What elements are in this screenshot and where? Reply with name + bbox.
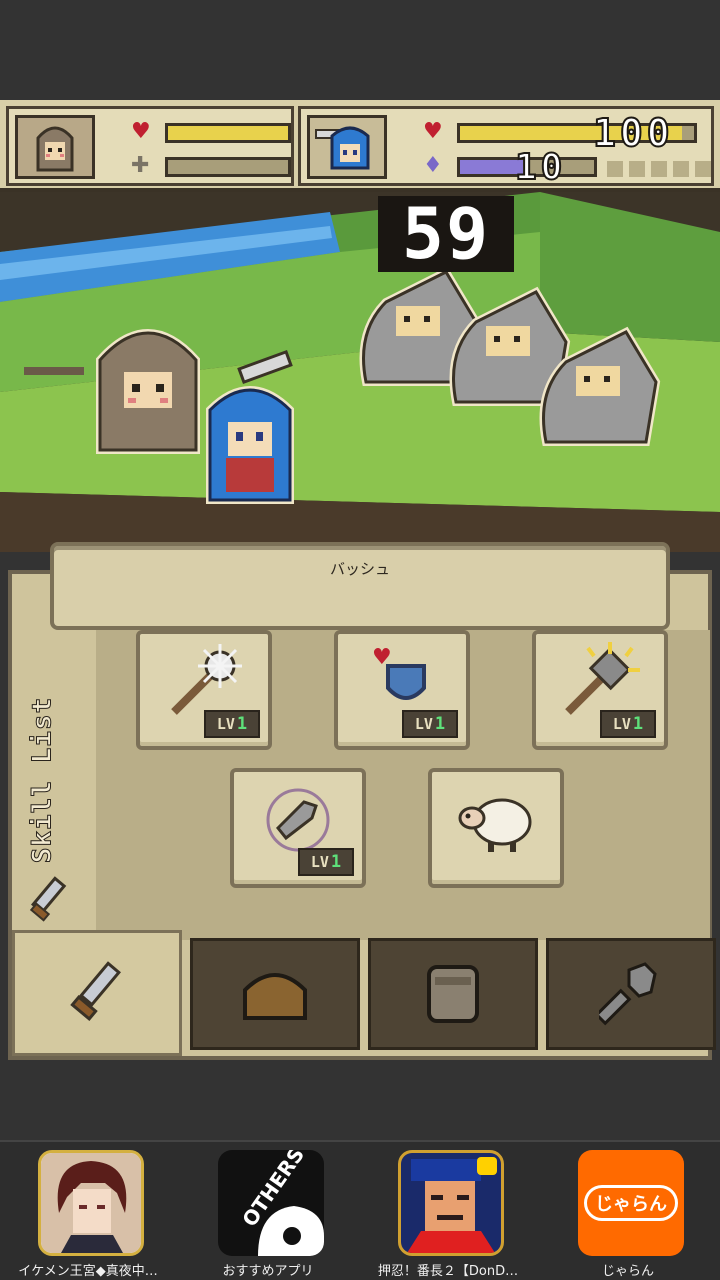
skill-level-badge: LV 1 xyxy=(402,710,458,738)
enemy-soldiers xyxy=(359,266,661,446)
skill-list-sword-icon xyxy=(29,876,67,922)
wrench-icon xyxy=(599,962,657,1026)
skill-level-badge: LV 1 xyxy=(600,710,656,738)
oshu-bancho-app-icon xyxy=(398,1150,504,1256)
sp-pips xyxy=(607,161,711,177)
ad-app-4[interactable]: じゃらん じゃらん xyxy=(542,1146,714,1279)
inventory-tabs xyxy=(8,930,716,1056)
ad-app-3[interactable]: 押忍！番長２【DonD… xyxy=(362,1146,534,1279)
sword-icon xyxy=(70,961,121,1022)
hp-heart-icon: ♥ xyxy=(423,119,443,144)
bread-icon xyxy=(243,973,307,1020)
skill-level-badge: LV 1 xyxy=(204,710,260,738)
ad-app-2[interactable]: OTHERS おすすめアプリ xyxy=(182,1146,354,1279)
spacer xyxy=(0,1060,720,1140)
skill-level-badge: LV 1 xyxy=(298,848,354,876)
sheep-icon xyxy=(458,798,532,852)
party-characters xyxy=(96,329,294,504)
app-recommendation-bar: イケメン王宮◆真夜中… OTHERS おすすめアプリ 押忍！番長２【DonD… xyxy=(0,1140,720,1280)
skill-slot-1[interactable]: LV 1 xyxy=(136,630,272,750)
hp-heart-icon: ♥ xyxy=(131,119,151,144)
hp-value: 100 xyxy=(592,110,674,156)
blue-hero-portrait xyxy=(307,115,387,179)
skill-slot-4[interactable]: LV 1 xyxy=(230,768,366,888)
skill-slot-3[interactable]: LV 1 xyxy=(532,630,668,750)
tab-food[interactable] xyxy=(190,938,360,1050)
selected-skill-name: バッシュ xyxy=(329,560,390,578)
player1-sp-bar xyxy=(165,157,291,177)
ikemen-app-icon xyxy=(38,1150,144,1256)
skill-slot-5[interactable] xyxy=(428,768,564,888)
top-blank-area xyxy=(0,0,720,100)
sp-value: 10 xyxy=(514,146,567,189)
battle-field xyxy=(0,192,720,552)
tab-weapons[interactable] xyxy=(12,930,182,1056)
ad-app-1[interactable]: イケメン王宮◆真夜中… xyxy=(2,1146,174,1279)
jalan-app-icon: じゃらん xyxy=(578,1150,684,1256)
player2-status: ♥ ♦ 100 10 xyxy=(298,106,714,189)
sp-diamond-icon: ♦ xyxy=(423,153,443,178)
skill-slot-2[interactable]: ♥ LV 1 xyxy=(334,630,470,750)
tab-items[interactable] xyxy=(368,938,538,1050)
party-status-bar: ♥ ✚ ♥ ♦ 100 10 xyxy=(0,100,720,192)
battle-timer: 59 xyxy=(378,196,514,272)
player1-status: ♥ ✚ xyxy=(6,106,294,186)
others-app-icon: OTHERS xyxy=(218,1150,324,1256)
selected-skill-box: バッシュ xyxy=(50,542,670,630)
jar-icon xyxy=(427,965,479,1023)
hooded-mage-portrait xyxy=(15,115,95,179)
tab-tools[interactable] xyxy=(546,938,716,1050)
timer-value: 59 xyxy=(401,193,491,275)
skill-list-label: Skill List xyxy=(27,696,58,864)
sp-plus-icon: ✚ xyxy=(131,153,150,178)
player1-hp-bar xyxy=(165,123,291,143)
